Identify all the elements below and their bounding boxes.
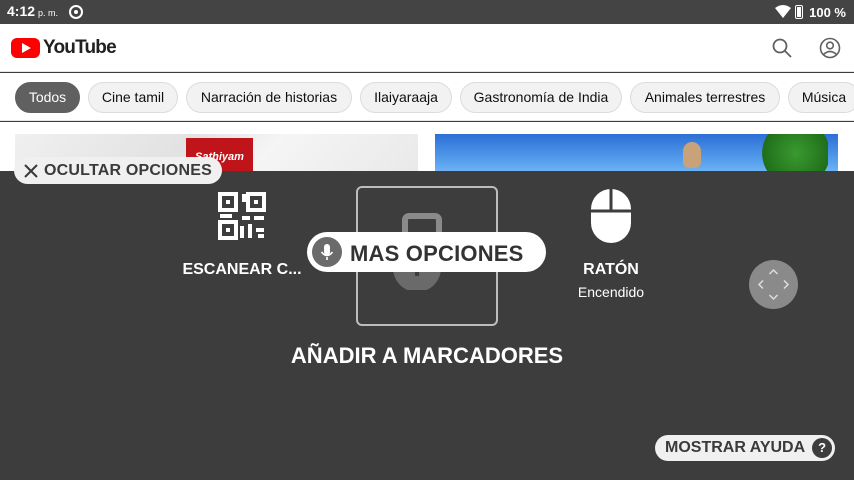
help-icon: ? xyxy=(812,438,833,458)
chip-musica[interactable]: Música xyxy=(788,82,854,113)
status-ampm: p. m. xyxy=(38,8,59,18)
app-header: YouTube xyxy=(0,24,854,72)
account-icon[interactable] xyxy=(818,36,842,60)
more-options-voice-pill[interactable]: MAS OPCIONES xyxy=(307,232,546,272)
chip-todos[interactable]: Todos xyxy=(15,82,80,113)
show-help-label: MOSTRAR AYUDA xyxy=(665,439,806,456)
status-time: 4:12 p. m. xyxy=(7,3,58,19)
more-options-label: MAS OPCIONES xyxy=(350,241,524,266)
hide-options-button[interactable]: OCULTAR OPCIONES xyxy=(14,157,222,184)
direction-pad[interactable] xyxy=(749,260,798,309)
qr-code-icon[interactable] xyxy=(218,192,266,240)
youtube-logo-icon xyxy=(11,38,40,58)
close-icon xyxy=(24,163,38,178)
notification-icon xyxy=(69,5,83,19)
microphone-icon xyxy=(312,237,342,267)
hide-options-label: OCULTAR OPCIONES xyxy=(44,161,212,179)
battery-level: 100 % xyxy=(809,4,846,20)
arrows-icon xyxy=(757,268,790,301)
category-chips: Todos Cine tamil Narración de historias … xyxy=(0,73,854,121)
chip-cine-tamil[interactable]: Cine tamil xyxy=(88,82,178,113)
chip-narracion[interactable]: Narración de historias xyxy=(186,82,352,113)
screen: 4:12 p. m. 100 % YouTube Todos Cine tamil… xyxy=(0,0,854,480)
chip-animales[interactable]: Animales terrestres xyxy=(630,82,780,113)
monkey-image xyxy=(683,142,701,168)
chip-ilaiyaraaja[interactable]: Ilaiyaraaja xyxy=(360,82,452,113)
search-icon[interactable] xyxy=(770,36,794,60)
mouse-icon[interactable] xyxy=(589,187,633,245)
bookmark-option-label[interactable]: AÑADIR A MARCADORES xyxy=(268,343,586,369)
mouse-status: Encendido xyxy=(577,284,645,300)
youtube-logo[interactable]: YouTube xyxy=(11,37,117,59)
status-bar: 4:12 p. m. 100 % xyxy=(0,0,854,24)
status-time-value: 4:12 xyxy=(7,3,36,19)
status-right: 100 % xyxy=(775,4,846,20)
scan-option-label[interactable]: ESCANEAR C... xyxy=(178,261,306,279)
youtube-logo-text: YouTube xyxy=(43,37,117,58)
show-help-button[interactable]: MOSTRAR AYUDA ? xyxy=(655,435,836,461)
mouse-option-label[interactable]: RATÓN xyxy=(561,261,661,279)
wifi-icon xyxy=(775,5,792,18)
chip-gastronomia[interactable]: Gastronomía de India xyxy=(460,82,622,113)
battery-icon xyxy=(795,5,804,19)
